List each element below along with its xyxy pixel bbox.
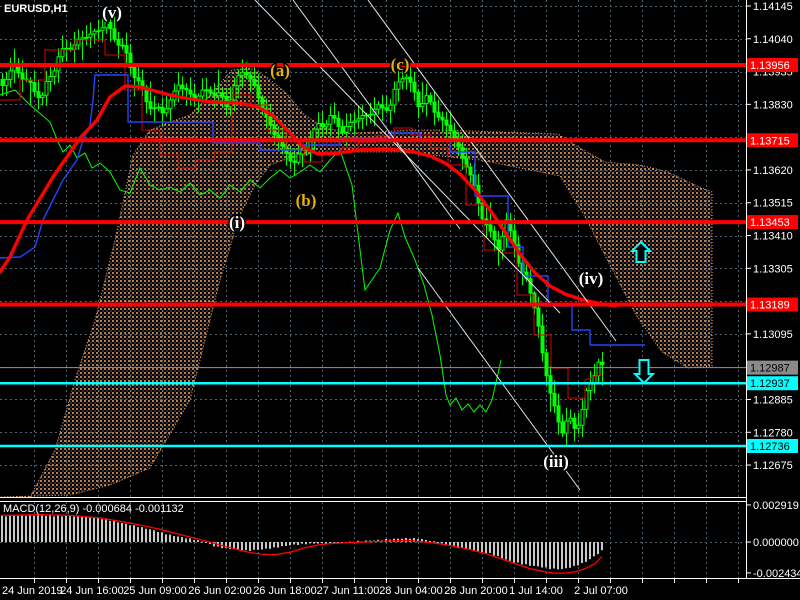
chart-window: { "ui": { "symbol_label": "EURUSD,H1", "… <box>0 0 800 600</box>
macd-pane[interactable] <box>0 502 746 578</box>
price-axis[interactable] <box>746 0 800 578</box>
time-axis[interactable] <box>0 578 800 600</box>
main-chart-area[interactable] <box>0 0 746 497</box>
